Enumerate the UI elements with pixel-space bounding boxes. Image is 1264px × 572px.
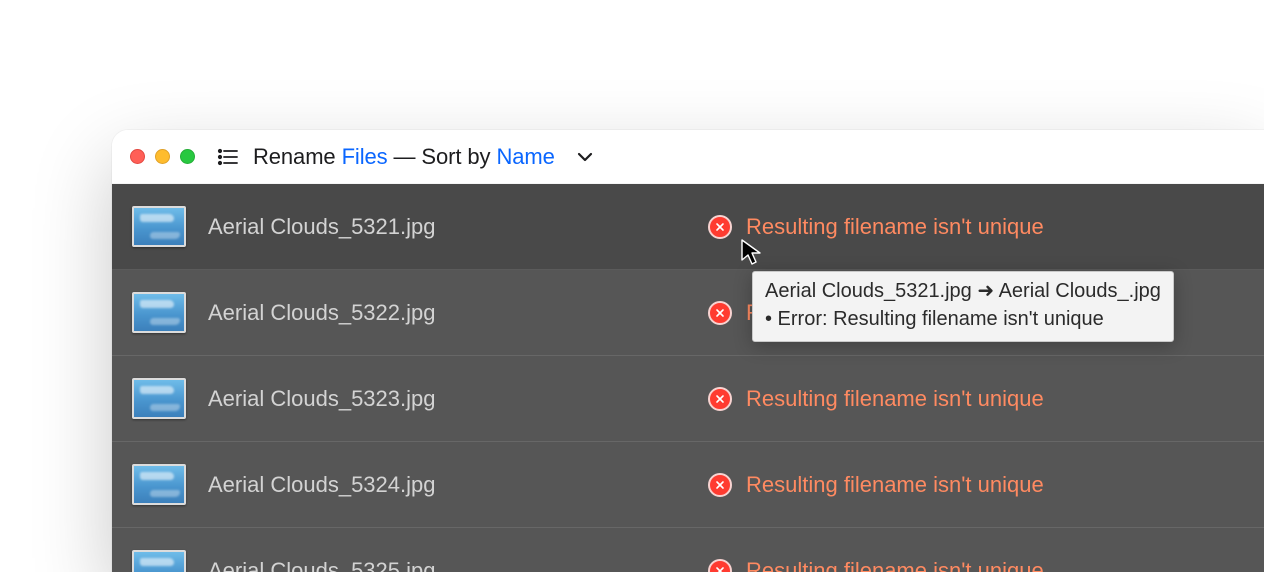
file-name: Aerial Clouds_5325.jpg — [208, 558, 708, 572]
list-item[interactable]: Aerial Clouds_5321.jpg Resulting filenam… — [112, 184, 1264, 270]
tooltip-line2: • Error: Resulting filename isn't unique — [765, 306, 1161, 334]
maximize-window-button[interactable] — [180, 149, 195, 164]
traffic-lights — [130, 149, 195, 164]
file-thumbnail — [132, 378, 186, 419]
file-thumbnail — [132, 550, 186, 572]
error-text: Resulting filename isn't unique — [746, 472, 1044, 498]
list-item[interactable]: Aerial Clouds_5323.jpg Resulting filenam… — [112, 356, 1264, 442]
file-thumbnail — [132, 206, 186, 247]
tooltip-line1: Aerial Clouds_5321.jpg ➜ Aerial Clouds_.… — [765, 278, 1161, 306]
titlebar: Rename Files — Sort by Name — [112, 130, 1264, 184]
file-list: Aerial Clouds_5321.jpg Resulting filenam… — [112, 184, 1264, 572]
title-files-link[interactable]: Files — [342, 144, 388, 170]
file-name: Aerial Clouds_5321.jpg — [208, 214, 708, 240]
error-icon — [708, 215, 732, 239]
window-title: Rename Files — Sort by Name — [253, 144, 555, 170]
error-text: Resulting filename isn't unique — [746, 386, 1044, 412]
error-text: Resulting filename isn't unique — [746, 214, 1044, 240]
file-thumbnail — [132, 292, 186, 333]
file-status: Resulting filename isn't unique — [708, 386, 1044, 412]
error-icon — [708, 301, 732, 325]
app-window: Rename Files — Sort by Name Aerial Cloud… — [112, 130, 1264, 572]
file-name: Aerial Clouds_5323.jpg — [208, 386, 708, 412]
error-icon — [708, 559, 732, 572]
error-text: Resulting filename isn't unique — [746, 558, 1044, 572]
file-thumbnail — [132, 464, 186, 505]
error-icon — [708, 387, 732, 411]
file-status: Resulting filename isn't unique — [708, 558, 1044, 572]
list-item[interactable]: Aerial Clouds_5325.jpg Resulting filenam… — [112, 528, 1264, 572]
tooltip: Aerial Clouds_5321.jpg ➜ Aerial Clouds_.… — [752, 271, 1174, 342]
close-window-button[interactable] — [130, 149, 145, 164]
file-status: Resulting filename isn't unique — [708, 472, 1044, 498]
chevron-down-icon[interactable] — [577, 152, 593, 162]
minimize-window-button[interactable] — [155, 149, 170, 164]
title-prefix: Rename — [253, 144, 336, 170]
list-view-icon[interactable] — [217, 148, 239, 166]
file-status: Resulting filename isn't unique — [708, 214, 1044, 240]
file-name: Aerial Clouds_5324.jpg — [208, 472, 708, 498]
file-name: Aerial Clouds_5322.jpg — [208, 300, 708, 326]
list-item[interactable]: Aerial Clouds_5324.jpg Resulting filenam… — [112, 442, 1264, 528]
title-sort-link[interactable]: Name — [496, 144, 554, 170]
title-separator: — Sort by — [394, 144, 491, 170]
error-icon — [708, 473, 732, 497]
